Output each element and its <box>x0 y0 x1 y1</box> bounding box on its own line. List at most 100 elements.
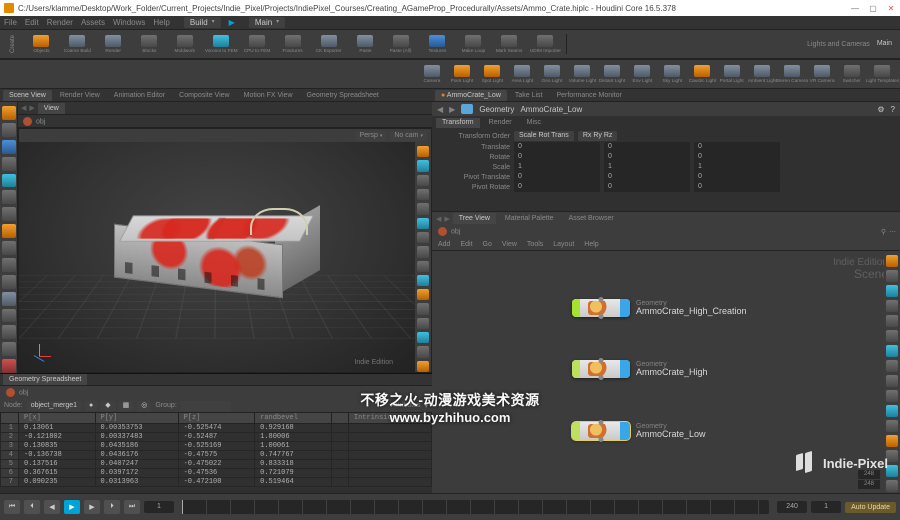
net-find-icon[interactable]: ⚲ <box>881 228 886 236</box>
rotate-x[interactable]: 0 <box>514 152 600 162</box>
path-root-icon[interactable] <box>23 117 32 126</box>
table-row[interactable]: 4-0.136738 0.0436176-0.47575 0.747767 <box>1 451 432 460</box>
pivot-translate-z[interactable]: 0 <box>694 172 780 182</box>
pivot-translate-x[interactable]: 0 <box>514 172 600 182</box>
viewport-display-opt-15[interactable] <box>417 361 429 372</box>
tl-last[interactable]: ⏭ <box>124 500 140 514</box>
network-display-opt-12[interactable] <box>886 435 898 447</box>
ss-mode-verts[interactable]: ◆ <box>101 401 114 411</box>
viewport-display-opt-12[interactable] <box>417 318 429 329</box>
shelf-objects[interactable]: Objects <box>24 30 58 58</box>
viewport-canvas[interactable]: Indie Edition <box>19 142 415 372</box>
translate-y[interactable]: 0 <box>604 142 690 152</box>
window-maximize[interactable]: ▢ <box>868 3 878 13</box>
ss-col-P[z][interactable]: P[z] <box>178 413 255 424</box>
window-minimize[interactable]: — <box>850 3 860 13</box>
dd-rotation-order[interactable]: Rx Ry Rz <box>578 131 618 141</box>
tab-take-list[interactable]: Take List <box>509 90 549 101</box>
network-display-opt-3[interactable] <box>886 300 898 312</box>
scale-y[interactable]: 1 <box>604 162 690 172</box>
viewport-display-opt-8[interactable] <box>417 261 429 272</box>
tab-geometry-spreadsheet[interactable]: Geometry Spreadsheet <box>3 374 87 385</box>
shelf-render[interactable]: Render <box>96 30 130 58</box>
lights-dropdown[interactable]: Main <box>877 38 892 50</box>
viewport-tool-15[interactable] <box>2 359 16 373</box>
viewport-display-opt-5[interactable] <box>417 218 429 229</box>
tab-geom-spreadsheet[interactable]: Geometry Spreadsheet <box>301 90 385 101</box>
dd-transform-order[interactable]: Scale Rot Trans <box>514 131 574 141</box>
tab-tree-view[interactable]: Tree View <box>453 213 496 224</box>
ss-col-Intrinsics[interactable]: Intrinsics <box>348 413 431 424</box>
shelf-distant-light[interactable]: Distant Light <box>598 60 626 88</box>
viewport-display-opt-10[interactable] <box>417 289 429 300</box>
tab-material-palette[interactable]: Material Palette <box>499 213 560 224</box>
pivot-rotate-x[interactable]: 0 <box>514 182 600 192</box>
viewport-tool-8[interactable] <box>2 241 16 255</box>
table-row[interactable]: 7 0.090235 0.0313963-0.472108 0.519464 <box>1 478 432 487</box>
parm-tab-transform[interactable]: Transform <box>436 118 480 128</box>
viewport-tool-9[interactable] <box>2 258 16 272</box>
ss-group-field[interactable] <box>181 401 231 411</box>
shelf-coarse-build[interactable]: Coarse Build <box>60 30 94 58</box>
node-ammocrate_high_creation[interactable]: GeometryAmmoCrate_High_Creation <box>572 299 747 317</box>
window-close[interactable]: ✕ <box>886 3 896 13</box>
tl-nextkey[interactable]: ⏵ <box>104 500 120 514</box>
parm-tab-misc[interactable]: Misc <box>521 118 547 128</box>
viewport-tool-6[interactable] <box>2 207 16 221</box>
shelf-sky-light[interactable]: Sky Light <box>658 60 686 88</box>
ss-node-field[interactable]: object_merge1 <box>27 401 81 411</box>
viewport-display-opt-2[interactable] <box>417 175 429 186</box>
pivot-translate-y[interactable]: 0 <box>604 172 690 182</box>
viewport-tool-12[interactable] <box>2 309 16 323</box>
viewport-display-opt-1[interactable] <box>417 160 429 171</box>
shelf-cpu-to-fem[interactable]: CPU to FEM <box>240 30 274 58</box>
tl-track[interactable] <box>182 500 769 514</box>
tl-nextframe[interactable]: ▶ <box>84 500 100 514</box>
shelf-area-light[interactable]: Area Light <box>508 60 536 88</box>
parm-nav-back-icon[interactable]: ◀ <box>437 105 443 114</box>
viewport-tool-10[interactable] <box>2 275 16 289</box>
nav-back-icon[interactable]: ◀ <box>21 104 26 112</box>
viewport-display-opt-14[interactable] <box>417 346 429 357</box>
tl-end-frame[interactable]: 240 <box>777 501 807 513</box>
viewport-tool-11[interactable] <box>2 292 16 306</box>
shelf-paste-all-[interactable]: Paste (All) <box>384 30 418 58</box>
tab-ammocrate-low[interactable]: ● AmmoCrate_Low <box>435 90 507 101</box>
menu-assets[interactable]: Assets <box>81 18 105 27</box>
ss-path-root-icon[interactable] <box>6 388 15 397</box>
shelf-geo-light[interactable]: Geo Light <box>538 60 566 88</box>
menu-windows[interactable]: Windows <box>113 18 145 27</box>
table-row[interactable]: 1 0.13061 0.00353753-0.525474 0.929168 <box>1 424 432 433</box>
net-path[interactable]: obj <box>451 228 460 235</box>
ss-path[interactable]: obj <box>19 389 28 396</box>
viewport-tool-4[interactable] <box>2 174 16 188</box>
ss-col-idx[interactable] <box>1 413 19 424</box>
shelf-paste[interactable]: Paste <box>348 30 382 58</box>
rotate-y[interactable]: 0 <box>604 152 690 162</box>
net-nav-back-icon[interactable]: ◀ <box>436 215 441 223</box>
shelf-textures[interactable]: Textures <box>420 30 454 58</box>
viewport-camera-dropdown[interactable]: No cam <box>390 131 427 141</box>
viewport-display-opt-9[interactable] <box>417 275 429 286</box>
viewport-display-opt-6[interactable] <box>417 232 429 243</box>
ss-attrib-label[interactable]: Attributes <box>391 402 421 409</box>
network-display-opt-2[interactable] <box>886 285 898 297</box>
tab-composite-view[interactable]: Composite View <box>173 90 235 101</box>
viewport-tool-7[interactable] <box>2 224 16 238</box>
network-display-opt-13[interactable] <box>886 450 898 462</box>
viewport-tool-3[interactable] <box>2 157 16 171</box>
net-opts-icon[interactable]: ⋯ <box>889 228 896 236</box>
tab-render-view[interactable]: Render View <box>54 90 106 101</box>
tab-motionfx-view[interactable]: Motion FX View <box>238 90 299 101</box>
ss-mode-detail[interactable]: ◎ <box>137 401 151 411</box>
net-menu-view[interactable]: View <box>502 241 517 248</box>
tab-animation-editor[interactable]: Animation Editor <box>108 90 171 101</box>
shelf-light-templates[interactable]: Light Templates <box>868 60 896 88</box>
viewport-display-opt-7[interactable] <box>417 246 429 257</box>
net-menu-tools[interactable]: Tools <box>527 241 543 248</box>
shelf-ambient-light[interactable]: Ambient Light <box>748 60 776 88</box>
node-ammocrate_low[interactable]: GeometryAmmoCrate_Low <box>572 422 706 440</box>
translate-x[interactable]: 0 <box>514 142 600 152</box>
viewport-tool-5[interactable] <box>2 190 16 204</box>
ss-col-randbevel[interactable]: randbevel <box>255 413 332 424</box>
